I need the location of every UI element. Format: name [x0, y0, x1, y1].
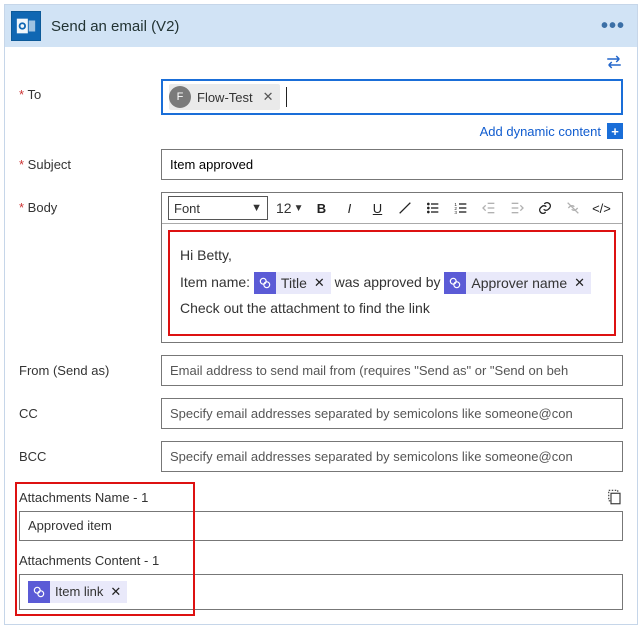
remove-recipient-button[interactable]: ✕	[259, 89, 274, 105]
to-label: To	[19, 79, 161, 102]
font-size-picker[interactable]: 12▼	[276, 200, 303, 216]
sharepoint-token-icon	[444, 272, 466, 294]
recipient-pill[interactable]: F Flow-Test ✕	[169, 84, 280, 110]
attachment-content-input[interactable]: Item link ✕	[19, 574, 623, 610]
attachment-name-input[interactable]: Approved item	[19, 511, 623, 541]
unlink-button	[563, 198, 583, 218]
subject-input[interactable]	[161, 149, 623, 180]
sharepoint-token-icon	[254, 272, 276, 294]
code-view-button[interactable]: </>	[591, 198, 611, 218]
subject-label: Subject	[19, 149, 161, 172]
bullet-list-button[interactable]	[423, 198, 443, 218]
body-label: Body	[19, 192, 161, 215]
swap-button[interactable]	[5, 47, 637, 71]
bcc-label: BCC	[19, 441, 161, 464]
remove-token-button[interactable]: ✕	[312, 271, 325, 296]
attachments-panel: Attachments Name - 1 Approved item Attac…	[19, 486, 623, 610]
remove-token-button[interactable]: ✕	[572, 271, 585, 296]
font-picker[interactable]: Font ▼	[168, 196, 268, 220]
remove-token-button[interactable]: ✕	[108, 584, 121, 600]
cc-input[interactable]	[161, 398, 623, 429]
recipient-avatar: F	[169, 86, 191, 108]
switch-array-button[interactable]	[605, 488, 623, 509]
more-menu-button[interactable]: •••	[601, 15, 625, 38]
from-label: From (Send as)	[19, 355, 161, 378]
add-dynamic-content-link[interactable]: Add dynamic content	[480, 124, 601, 139]
from-input[interactable]	[161, 355, 623, 386]
outdent-button	[479, 198, 499, 218]
token-approver[interactable]: Approver name ✕	[444, 272, 591, 294]
to-input[interactable]: F Flow-Test ✕	[161, 79, 623, 115]
email-action-card: Send an email (V2) ••• To F Flow-Test ✕ …	[4, 4, 638, 625]
rte-toolbar: Font ▼ 12▼ B I U 123 </>	[162, 193, 622, 224]
bcc-input[interactable]	[161, 441, 623, 472]
chevron-down-icon: ▼	[251, 202, 262, 214]
attachment-content-label: Attachments Content - 1	[19, 553, 623, 568]
bold-button[interactable]: B	[311, 198, 331, 218]
recipient-text: Flow-Test	[197, 90, 253, 105]
add-dynamic-content-icon[interactable]: +	[607, 123, 623, 139]
underline-button[interactable]: U	[367, 198, 387, 218]
body-line: Check out the attachment to find the lin…	[180, 295, 604, 322]
card-title: Send an email (V2)	[51, 18, 601, 35]
card-header: Send an email (V2) •••	[5, 5, 637, 47]
body-line: Item name: Title ✕ was approved by Appro…	[180, 269, 604, 296]
body-editor: Font ▼ 12▼ B I U 123 </>	[161, 192, 623, 343]
chevron-down-icon: ▼	[294, 203, 304, 214]
cc-label: CC	[19, 398, 161, 421]
text-caret	[286, 87, 287, 107]
token-item-link[interactable]: Item link ✕	[28, 581, 127, 603]
attachment-name-label: Attachments Name - 1	[19, 490, 148, 505]
link-button[interactable]	[535, 198, 555, 218]
italic-button[interactable]: I	[339, 198, 359, 218]
strike-icon[interactable]	[395, 198, 415, 218]
token-title[interactable]: Title ✕	[254, 272, 331, 294]
outlook-icon	[11, 11, 41, 41]
number-list-button[interactable]: 123	[451, 198, 471, 218]
svg-text:3: 3	[455, 210, 458, 215]
indent-button	[507, 198, 527, 218]
body-content-area[interactable]: Hi Betty, Item name: Title ✕ was approve…	[168, 230, 616, 336]
body-line: Hi Betty,	[180, 242, 604, 269]
sharepoint-token-icon	[28, 581, 50, 603]
